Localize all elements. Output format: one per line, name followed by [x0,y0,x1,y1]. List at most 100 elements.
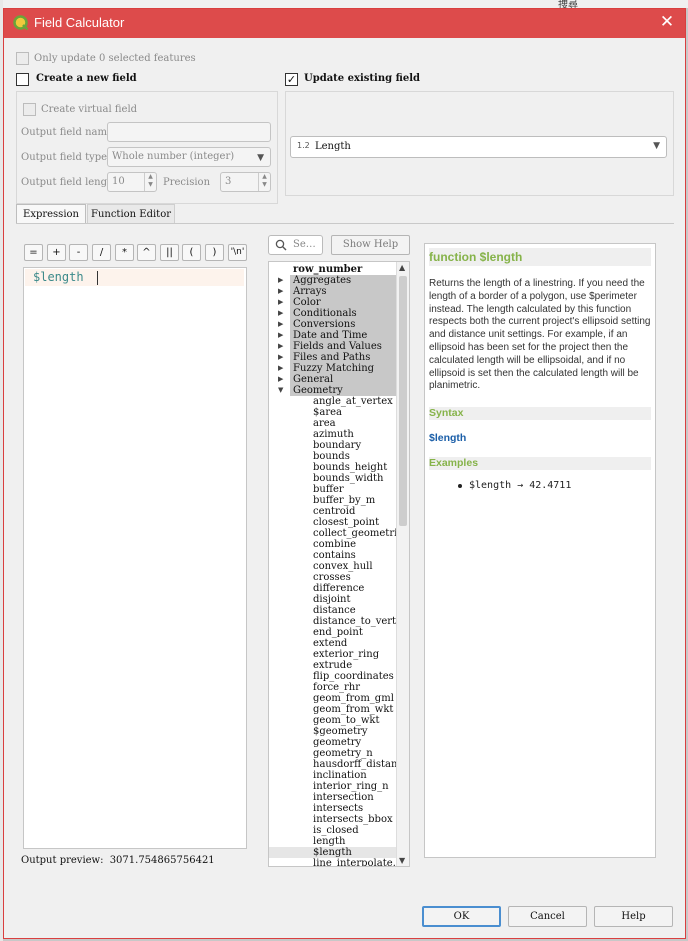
tree-function-item[interactable]: convex_hull [313,561,373,572]
precision-spinbox[interactable]: 3 ▲ ▼ [220,172,271,192]
tree-group-item[interactable]: Conversions [290,319,398,330]
create-virtual-checkbox[interactable] [23,103,36,116]
tree-function-item[interactable]: geom_to_wkt [313,715,380,726]
tree-function-item[interactable]: flip_coordinates [313,671,394,682]
tree-function-item[interactable]: hausdorff_distance [313,759,409,770]
tree-item-row-number[interactable]: row_number [293,264,362,275]
ok-button[interactable]: OK [422,906,501,927]
expand-arrow-icon[interactable]: ▶ [278,353,283,361]
tree-function-item[interactable]: geom_from_gml [313,693,394,704]
only-selected-checkbox[interactable] [16,52,29,65]
tree-function-item[interactable]: azimuth [313,429,354,440]
tree-function-item[interactable]: interior_ring_n [313,781,389,792]
tree-function-item[interactable]: bounds_height [313,462,387,473]
operator-equals-button[interactable]: = [24,244,43,261]
tree-group-item[interactable]: Files and Paths [290,352,398,363]
tree-function-item[interactable]: boundary [313,440,361,451]
tree-function-item[interactable]: buffer [313,484,344,495]
tree-function-item[interactable]: geom_from_wkt [313,704,393,715]
tree-function-item[interactable]: $area [313,407,342,418]
scrollbar-thumb[interactable] [399,276,407,526]
operator-open-paren-button[interactable]: ( [182,244,201,261]
tree-group-item[interactable]: Arrays [290,286,398,297]
create-new-field-checkbox[interactable] [16,73,29,86]
tree-function-item[interactable]: disjoint [313,594,351,605]
tree-function-item[interactable]: distance_to_vertex [313,616,408,627]
expand-arrow-icon[interactable]: ▶ [278,331,283,339]
tree-function-item[interactable]: exterior_ring [313,649,379,660]
operator-concat-button[interactable]: || [160,244,179,261]
tree-function-item[interactable]: angle_at_vertex [313,396,393,407]
tree-group-item[interactable]: Geometry [290,385,398,396]
tree-group-item[interactable]: Color [290,297,398,308]
operator-plus-button[interactable]: + [47,244,66,261]
expand-arrow-icon[interactable]: ▶ [278,364,283,372]
operator-power-button[interactable]: ^ [137,244,156,261]
tab-function-editor[interactable]: Function Editor [87,204,175,224]
tree-function-item-selected[interactable]: $length [269,847,397,858]
tree-function-item[interactable]: intersects [313,803,363,814]
existing-field-select[interactable]: 1.2 Length ▼ [290,136,667,158]
tree-scrollbar[interactable]: ▲ ▼ [396,262,409,866]
tree-function-item[interactable]: buffer_by_m [313,495,375,506]
tree-function-item[interactable]: length [313,836,345,847]
expression-editor[interactable]: $length [23,267,247,849]
operator-newline-button[interactable]: '\n' [228,244,247,261]
show-help-button[interactable]: Show Help [331,235,410,255]
tree-group-item[interactable]: Fields and Values [290,341,398,352]
function-tree[interactable]: row_number ▶ Aggregates ▶ Arrays ▶ Color ▶ Cond… [268,261,410,867]
tree-function-item[interactable]: bounds [313,451,350,462]
tree-group-item[interactable]: Aggregates [290,275,398,286]
tree-group-item[interactable]: Conditionals [290,308,398,319]
expand-arrow-icon[interactable]: ▶ [278,309,283,317]
tree-group-item[interactable]: Date and Time [290,330,398,341]
tree-function-item[interactable]: force_rhr [313,682,360,693]
operator-close-paren-button[interactable]: ) [205,244,224,261]
operator-minus-button[interactable]: - [69,244,88,261]
expand-arrow-icon[interactable]: ▶ [278,276,283,284]
tree-function-item[interactable]: contains [313,550,356,561]
expand-arrow-icon[interactable]: ▶ [278,287,283,295]
tree-function-item[interactable]: closest_point [313,517,379,528]
expand-arrow-icon[interactable]: ▶ [278,375,283,383]
tree-function-item[interactable]: extend [313,638,347,649]
spin-arrows-icon[interactable]: ▲ ▼ [258,173,270,191]
tree-function-item[interactable]: centroid [313,506,355,517]
update-existing-checkbox[interactable]: ✓ [285,73,298,86]
output-length-spinbox[interactable]: 10 ▲ ▼ [107,172,157,192]
tree-function-item[interactable]: end_point [313,627,363,638]
expand-arrow-icon[interactable]: ▶ [278,298,283,306]
function-search-input[interactable]: Se… [268,235,323,255]
scroll-down-icon[interactable]: ▼ [399,856,405,865]
tree-function-item[interactable]: bounds_width [313,473,383,484]
tree-function-item[interactable]: geometry_n [313,748,373,759]
tree-function-item[interactable]: intersection [313,792,374,803]
tree-function-item[interactable]: crosses [313,572,351,583]
tree-function-item[interactable]: intersects_bbox [313,814,393,825]
tree-function-item[interactable]: line_interpolate… [313,858,403,866]
operator-divide-button[interactable]: / [92,244,111,261]
tree-function-item[interactable]: $geometry [313,726,368,737]
collapse-arrow-icon[interactable]: ▼ [278,386,283,394]
scroll-up-icon[interactable]: ▲ [399,263,405,272]
expand-arrow-icon[interactable]: ▶ [278,342,283,350]
tree-function-item[interactable]: geometry [313,737,361,748]
close-icon[interactable]: ✕ [657,12,677,32]
tree-function-item[interactable]: inclination [313,770,367,781]
tree-function-item[interactable]: is_closed [313,825,359,836]
tree-function-item[interactable]: extrude [313,660,352,671]
tree-function-item[interactable]: collect_geometries [313,528,408,539]
output-name-input[interactable] [107,122,271,142]
tree-group-item[interactable]: Fuzzy Matching [290,363,398,374]
help-button[interactable]: Help [594,906,673,927]
cancel-button[interactable]: Cancel [508,906,587,927]
operator-multiply-button[interactable]: * [115,244,134,261]
output-type-select[interactable]: Whole number (integer) ▼ [107,147,271,167]
tab-expression[interactable]: Expression [16,204,86,224]
spin-arrows-icon[interactable]: ▲ ▼ [144,173,156,191]
tree-function-item[interactable]: distance [313,605,356,616]
tree-function-item[interactable]: area [313,418,336,429]
tree-function-item[interactable]: difference [313,583,364,594]
tree-function-item[interactable]: combine [313,539,356,550]
expand-arrow-icon[interactable]: ▶ [278,320,283,328]
